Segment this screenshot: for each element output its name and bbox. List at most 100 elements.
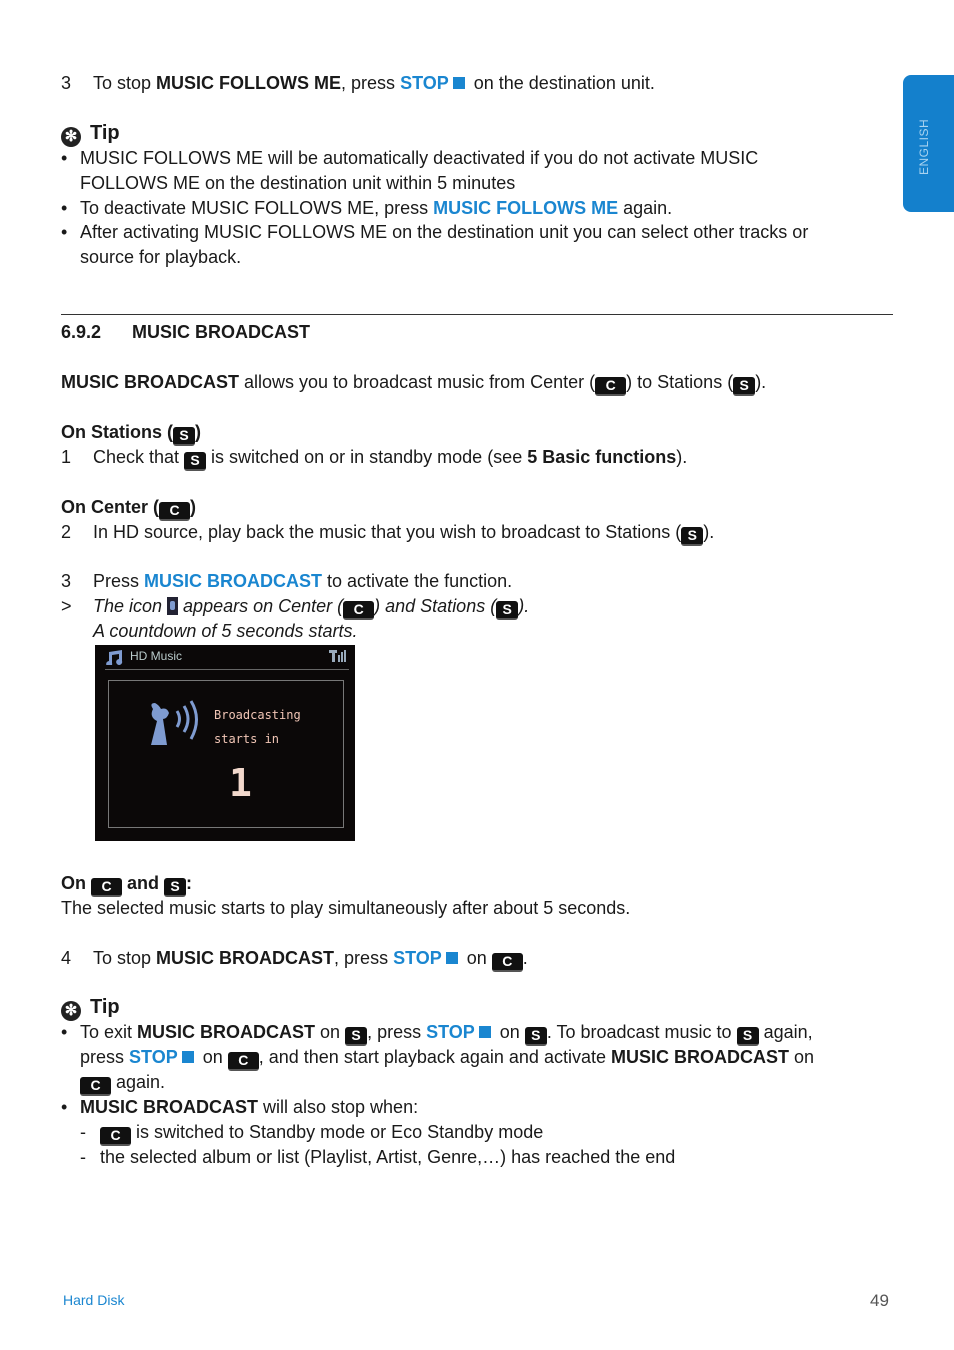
text: . (522, 948, 528, 968)
text: on the destination unit. (468, 73, 655, 93)
text: on (197, 1047, 228, 1067)
list-marker: 3 (61, 571, 72, 591)
bold-text: and (122, 873, 165, 893)
text: again. (618, 198, 673, 218)
text: is switched to Standby mode or Eco Stand… (131, 1122, 544, 1142)
text: , and then start playback again and acti… (258, 1047, 611, 1067)
page-number: 49 (870, 1291, 889, 1310)
broadcast-text-line1: Broadcasting (214, 708, 301, 722)
text: to activate the function. (322, 571, 513, 591)
text-line: press STOP on C, and then start playback… (80, 1046, 814, 1071)
bold-text: MUSIC BROADCAST (610, 1047, 789, 1067)
tip-heading: ✻ Tip (61, 996, 120, 1021)
text: The icon (93, 596, 168, 616)
music-note-icon (106, 650, 123, 665)
text: ) to Stations ( (626, 372, 734, 392)
text: The selected music starts to play simult… (61, 898, 631, 918)
text: , press (341, 73, 401, 93)
text-line: After activating MUSIC FOLLOWS ME on the… (80, 221, 808, 243)
bold-text: MUSIC BROADCAST (61, 372, 239, 392)
stop-square-icon (478, 1026, 491, 1038)
center-icon: C (491, 953, 523, 972)
language-label: ENGLISH (917, 118, 931, 175)
text: ). (703, 522, 715, 542)
text: ). (755, 372, 767, 392)
tip-asterisk-icon: ✻ (61, 1001, 81, 1021)
tip-heading: ✻ Tip (61, 122, 120, 147)
text: . To broadcast music to (546, 1022, 737, 1042)
text-line: MUSIC FOLLOWS ME will be automatically d… (80, 147, 758, 169)
tip-label: Tip (90, 996, 120, 1018)
text-line: To exit MUSIC BROADCAST on S, press STOP… (80, 1021, 813, 1046)
list-marker: • (61, 222, 68, 242)
bold-text: MUSIC FOLLOWS ME (156, 73, 342, 93)
text-line: MUSIC BROADCAST will also stop when: (80, 1096, 418, 1118)
button-name: STOP (426, 1022, 475, 1042)
language-tab: ENGLISH (903, 75, 954, 212)
list-marker: • (61, 148, 68, 168)
text-line: Press MUSIC BROADCAST to activate the fu… (93, 570, 512, 592)
bold-text: MUSIC BROADCAST (137, 1022, 316, 1042)
tip-asterisk-icon: ✻ (61, 127, 81, 147)
text-line: On Center (C) (61, 496, 196, 521)
broadcast-small-icon (167, 597, 179, 615)
text-line: the selected album or list (Playlist, Ar… (100, 1146, 675, 1168)
list-marker: • (61, 198, 68, 218)
bold-text: 5 Basic functions (527, 447, 677, 467)
text: After activating MUSIC FOLLOWS ME on the… (80, 222, 809, 242)
bold-text: MUSIC BROADCAST (132, 322, 310, 342)
center-icon: C (91, 878, 122, 897)
text: In HD source, play back the music that y… (93, 522, 682, 542)
screen-dialog: Broadcasting starts in 1 (108, 680, 344, 828)
button-name: MUSIC BROADCAST (144, 571, 323, 591)
center-icon: C (343, 601, 375, 620)
text: To stop (93, 73, 157, 93)
text: on (494, 1022, 525, 1042)
text-line: To stop MUSIC FOLLOWS ME, press STOP on … (93, 72, 655, 94)
stop-square-icon (445, 952, 458, 964)
center-icon: C (227, 1052, 259, 1071)
text: Press (93, 571, 145, 591)
list-marker: 3 (61, 73, 72, 93)
tip-label: Tip (90, 122, 120, 144)
text: , press (334, 948, 394, 968)
text-line: In HD source, play back the music that y… (93, 521, 714, 546)
list-marker: > (61, 596, 72, 616)
list-marker: - (80, 1147, 86, 1167)
text: To exit (80, 1022, 138, 1042)
station-icon: S (681, 527, 704, 546)
text: appears on Center ( (178, 596, 344, 616)
text: again. (111, 1072, 166, 1092)
list-marker: 6.9.2 (61, 322, 102, 342)
button-name: STOP (393, 948, 442, 968)
text-line: C is switched to Standby mode or Eco Sta… (100, 1121, 543, 1146)
text: To stop (93, 948, 157, 968)
station-icon: S (496, 601, 519, 620)
center-icon: C (80, 1077, 111, 1096)
text: FOLLOWS ME on the destination unit withi… (80, 173, 516, 193)
text-line: To deactivate MUSIC FOLLOWS ME, press MU… (80, 197, 672, 219)
list-marker: 4 (61, 948, 72, 968)
manual-page: ENGLISH 3 To stop MUSIC FOLLOWS ME, press… (0, 0, 954, 1350)
screen-divider (105, 669, 349, 670)
text-line: Check that S is switched on or in standb… (93, 446, 687, 471)
station-icon: S (184, 452, 207, 471)
station-icon: S (733, 377, 756, 396)
text: is switched on or in standby mode (see (206, 447, 528, 467)
bold-text: On (61, 873, 91, 893)
section-divider (61, 314, 893, 315)
list-marker: • (61, 1022, 68, 1042)
text-line: source for playback. (80, 246, 241, 268)
text-line: To stop MUSIC BROADCAST, press STOP on C… (93, 947, 528, 972)
text: will also stop when: (258, 1097, 419, 1117)
bold-text: ) (195, 422, 201, 442)
button-name: STOP (129, 1047, 178, 1067)
text: ). (676, 447, 688, 467)
text-line: The selected music starts to play simult… (61, 897, 630, 919)
text: To deactivate MUSIC FOLLOWS ME, press (80, 198, 434, 218)
text-line: On Stations (S) (61, 421, 201, 446)
broadcast-text-line2: starts in (214, 732, 280, 746)
station-icon: S (736, 1027, 759, 1046)
text: on (461, 948, 492, 968)
text: on (315, 1022, 346, 1042)
